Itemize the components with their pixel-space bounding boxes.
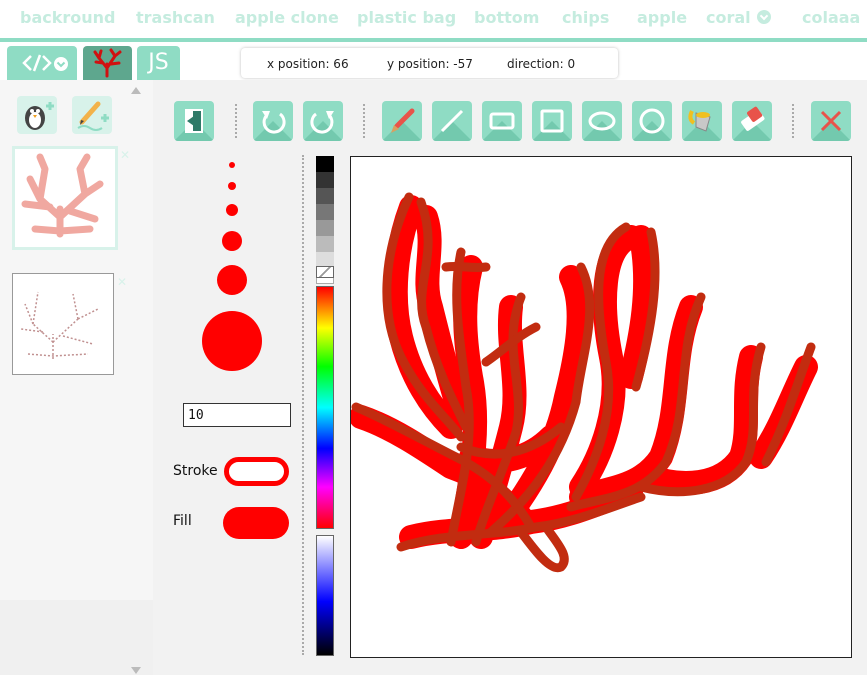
delete-costume-2-icon[interactable]: ✕: [117, 275, 127, 289]
js-tab[interactable]: JS: [137, 46, 180, 80]
pencil-add-icon: [77, 101, 109, 131]
close-icon: [820, 110, 842, 132]
fill-label: Fill: [173, 513, 192, 529]
brush-size-6[interactable]: [202, 311, 262, 371]
direction: direction: 0: [507, 57, 576, 71]
sprite-tab-bottom[interactable]: bottom: [474, 8, 539, 27]
sprite-tab-coral[interactable]: coral: [706, 8, 771, 27]
paint-bucket-tool-button[interactable]: [682, 101, 722, 141]
position-readout: x position: 66 y position: -57 direction…: [241, 48, 618, 78]
rectangle-icon: [489, 112, 515, 130]
costume-thumbnail-2[interactable]: [12, 273, 114, 375]
shade-gradient[interactable]: [316, 535, 334, 656]
color-palette[interactable]: [316, 156, 334, 656]
brush-size-1[interactable]: [229, 162, 235, 168]
paint-new-costume-button[interactable]: [72, 96, 112, 134]
undo-button[interactable]: [253, 101, 293, 141]
brush-size-3[interactable]: [226, 204, 238, 216]
close-editor-button[interactable]: [811, 101, 851, 141]
square-icon: [540, 109, 564, 133]
eraser-tool-button[interactable]: [732, 101, 772, 141]
rectangle-tool-button[interactable]: [482, 101, 522, 141]
redo-button[interactable]: [303, 101, 343, 141]
costume-thumbnail-1[interactable]: [12, 146, 118, 250]
code-icon: [22, 54, 68, 72]
coral-drawing: [349, 192, 818, 573]
brush-tool-button[interactable]: [382, 101, 422, 141]
undo-icon: [262, 111, 286, 134]
ellipse-icon: [588, 111, 616, 131]
scroll-down-arrow[interactable]: [131, 667, 141, 674]
sprite-tab-colaaa[interactable]: colaaa: [802, 8, 860, 27]
toolbar-separator: [363, 104, 365, 138]
line-icon: [440, 109, 464, 133]
sprite-tab-coral-label: coral: [706, 8, 751, 27]
circle-icon: [639, 108, 665, 134]
fill-color-swatch[interactable]: [223, 507, 289, 539]
tab-divider: [0, 38, 867, 42]
coral-thumbnail-icon: [93, 48, 122, 78]
costume-panel-footer: [0, 600, 153, 675]
add-sprite-button[interactable]: [17, 96, 57, 134]
y-position: y position: -57: [387, 57, 473, 71]
stroke-color-swatch[interactable]: [224, 457, 289, 486]
chevron-down-icon[interactable]: [756, 10, 771, 24]
brush-size-2[interactable]: [228, 182, 236, 190]
sprite-tab-plastic-bag[interactable]: plastic bag: [357, 8, 456, 27]
coral-outline-costume-image: [20, 291, 99, 359]
brush-size-input[interactable]: [183, 403, 291, 427]
ellipse-tool-button[interactable]: [582, 101, 622, 141]
palette-separator: [302, 155, 304, 655]
penguin-add-icon: [25, 102, 54, 130]
brush-size-5[interactable]: [217, 265, 247, 295]
paint-bucket-icon: [688, 110, 711, 132]
exit-icon: [185, 109, 203, 133]
sprite-tab-chips[interactable]: chips: [562, 8, 609, 27]
grayscale-swatches[interactable]: [316, 156, 334, 284]
sprite-tab-backround[interactable]: backround: [20, 8, 116, 27]
coral-costume-image: [21, 153, 104, 238]
sprite-tab-trashcan[interactable]: trashcan: [136, 8, 215, 27]
sprite-tab-apple-clone[interactable]: apple clone: [235, 8, 339, 27]
toolbar-separator: [792, 104, 794, 138]
drawing-canvas[interactable]: [349, 156, 852, 658]
x-position: x position: 66: [267, 57, 349, 71]
transparent-swatch[interactable]: [316, 266, 334, 278]
square-tool-button[interactable]: [532, 101, 572, 141]
hue-spectrum[interactable]: [316, 286, 334, 529]
circle-tool-button[interactable]: [632, 101, 672, 141]
scroll-up-arrow[interactable]: [131, 87, 141, 94]
costume-tab[interactable]: [83, 46, 132, 80]
code-tab[interactable]: [7, 46, 77, 80]
brush-icon: [391, 108, 415, 133]
stroke-label: Stroke: [173, 463, 218, 479]
toolbar-separator: [235, 104, 237, 138]
delete-costume-1-icon[interactable]: ✕: [120, 148, 130, 162]
brush-size-4[interactable]: [222, 231, 242, 251]
eraser-icon: [741, 106, 765, 131]
sprite-tab-apple[interactable]: apple: [637, 8, 687, 27]
redo-icon: [310, 111, 334, 134]
exit-editor-button[interactable]: [174, 101, 214, 141]
sprite-tab-bar: backround trashcan apple clone plastic b…: [0, 0, 867, 40]
line-tool-button[interactable]: [432, 101, 472, 141]
